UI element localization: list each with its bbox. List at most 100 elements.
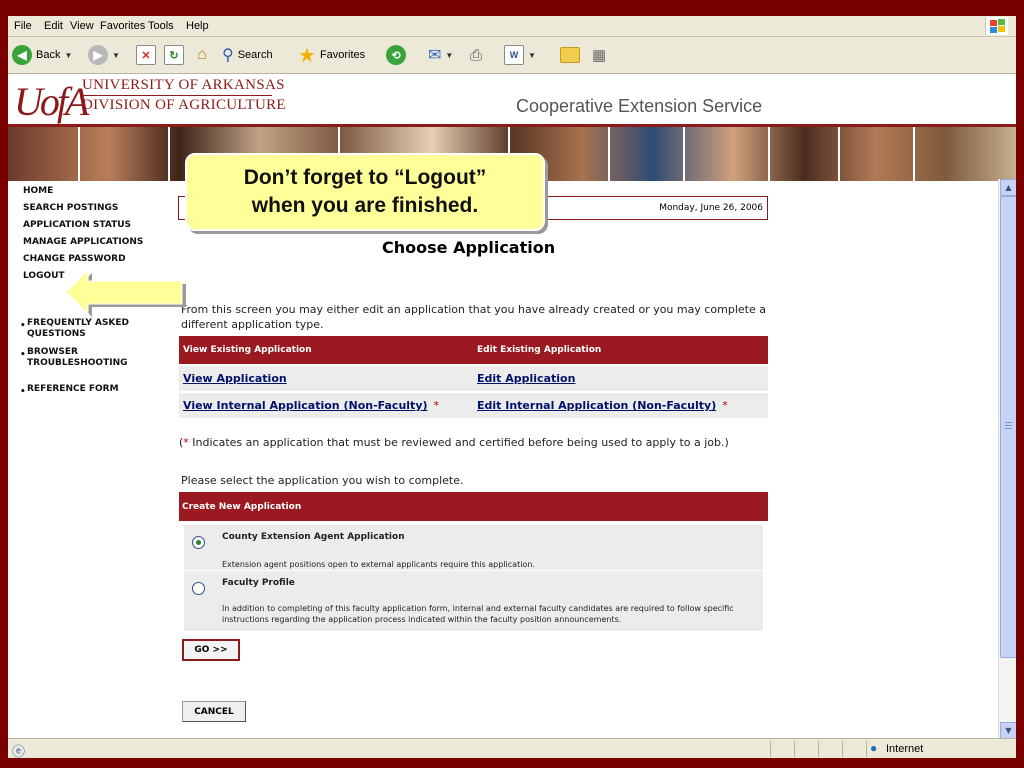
- view-internal-application-link[interactable]: View Internal Application (Non-Faculty): [183, 399, 428, 412]
- intro-text: From this screen you may either edit an …: [181, 303, 766, 331]
- menu-tools[interactable]: Tools: [148, 20, 174, 32]
- grip-line: [1005, 425, 1012, 426]
- option-title: County Extension Agent Application: [222, 532, 405, 542]
- menu-edit[interactable]: Edit: [44, 20, 63, 32]
- view-column-header: View Existing Application: [179, 336, 473, 365]
- nav-change-password[interactable]: CHANGE PASSWORD: [23, 254, 126, 264]
- status-divider: [770, 741, 771, 757]
- nav-logout[interactable]: LOGOUT: [23, 271, 65, 281]
- ie-page-icon: ⓔ: [12, 744, 26, 758]
- print-button[interactable]: ⎙: [470, 43, 482, 67]
- callout-line-2: when you are finished.: [251, 194, 479, 217]
- nav-faq[interactable]: • FREQUENTLY ASKED QUESTIONS: [20, 318, 157, 340]
- grip-line: [1005, 428, 1012, 429]
- page-title: Choose Application: [382, 238, 556, 257]
- nav-reference-form[interactable]: • REFERENCE FORM: [20, 384, 157, 397]
- scroll-thumb[interactable]: [1000, 196, 1016, 658]
- table-cell: View Application: [179, 364, 473, 392]
- search-icon: ⚲: [222, 47, 234, 64]
- windows-logo-icon: [985, 17, 1008, 35]
- option-faculty-profile: Faculty Profile In addition to completin…: [184, 571, 763, 631]
- table-cell: Edit Internal Application (Non-Faculty) *: [473, 391, 768, 418]
- note-text: Indicates an application that must be re…: [188, 436, 729, 449]
- status-zone: Internet: [886, 743, 924, 755]
- menu-file[interactable]: File: [14, 20, 32, 32]
- option-description: In addition to completing of this facult…: [222, 604, 734, 624]
- favorites-button[interactable]: ★ Favorites: [298, 43, 365, 67]
- menu-bar: File Edit View Favorites Tools Help: [8, 16, 1016, 37]
- grip-line: [1005, 422, 1012, 423]
- history-button[interactable]: ⟲: [386, 43, 406, 67]
- search-label: Search: [237, 49, 273, 61]
- bullet-icon: •: [20, 321, 26, 331]
- browser-window: File Edit View Favorites Tools Help ◀ Ba…: [8, 16, 1016, 758]
- university-name: UNIVERSITY OF ARKANSAS: [82, 77, 285, 93]
- existing-applications-table: View Existing Application Edit Existing …: [179, 336, 768, 418]
- nav-reference-label: REFERENCE FORM: [27, 384, 119, 394]
- banner-divider: [768, 127, 770, 181]
- scroll-up-icon[interactable]: ▲: [1000, 179, 1016, 196]
- stop-button[interactable]: ✕: [136, 43, 156, 67]
- search-button[interactable]: ⚲ Search: [222, 43, 273, 67]
- option-description: Extension agent positions open to extern…: [222, 560, 535, 569]
- current-date: Monday, June 26, 2006: [659, 203, 763, 213]
- dropdown-caret-icon: ▼: [64, 50, 73, 60]
- nav-manage-applications[interactable]: MANAGE APPLICATIONS: [23, 237, 143, 247]
- research-button[interactable]: ▦: [592, 43, 606, 67]
- faculty-profile-radio[interactable]: [192, 582, 205, 595]
- back-button[interactable]: ◀ Back ▼: [12, 43, 72, 67]
- banner-divider: [168, 127, 170, 181]
- edit-button[interactable]: W ▼: [504, 43, 536, 67]
- research-icon: ▦: [592, 47, 607, 64]
- status-divider: [818, 741, 819, 757]
- status-divider: [842, 741, 843, 757]
- word-icon: W: [504, 45, 524, 65]
- back-label: Back: [36, 49, 61, 61]
- division-name: DIVISION OF AGRICULTURE: [82, 97, 286, 113]
- vertical-scrollbar[interactable]: ▲ ▼: [998, 179, 1016, 739]
- banner-divider: [838, 127, 840, 181]
- banner-divider: [78, 127, 80, 181]
- mail-icon: ✉: [428, 47, 442, 64]
- folder-icon: [560, 47, 580, 63]
- dropdown-caret-icon: ▼: [528, 50, 536, 60]
- edit-internal-application-link[interactable]: Edit Internal Application (Non-Faculty): [477, 399, 716, 412]
- refresh-button[interactable]: ↻: [164, 43, 184, 67]
- create-header-label: Create New Application: [182, 502, 302, 512]
- banner-divider: [683, 127, 685, 181]
- nav-application-status[interactable]: APPLICATION STATUS: [23, 220, 131, 230]
- forward-arrow-icon: ▶: [88, 45, 108, 65]
- county-agent-radio[interactable]: [192, 536, 205, 549]
- stop-icon: ✕: [136, 45, 156, 65]
- nav-home[interactable]: HOME: [23, 186, 53, 196]
- callout-line-1: Don’t forget to “Logout”: [243, 166, 487, 189]
- menu-help[interactable]: Help: [186, 20, 209, 32]
- mail-button[interactable]: ✉ ▼: [428, 43, 453, 67]
- menu-favorites[interactable]: Favorites: [100, 20, 145, 32]
- table-cell: View Internal Application (Non-Faculty) *: [179, 391, 473, 418]
- history-icon: ⟲: [386, 45, 406, 65]
- print-icon: ⎙: [470, 46, 483, 64]
- cancel-button[interactable]: CANCEL: [182, 701, 246, 722]
- left-arrow-icon: [66, 270, 186, 317]
- home-icon: ⌂: [197, 46, 207, 63]
- edit-application-link[interactable]: Edit Application: [477, 372, 575, 385]
- nav-search-postings[interactable]: SEARCH POSTINGS: [23, 203, 118, 213]
- required-star: *: [433, 399, 440, 412]
- table-header-row: View Existing Application Edit Existing …: [179, 336, 768, 365]
- table-cell: Edit Application: [473, 364, 768, 392]
- nav-browser-troubleshooting[interactable]: • BROWSER TROUBLESHOOTING: [20, 347, 157, 369]
- required-star: *: [722, 399, 728, 412]
- folder-button[interactable]: [560, 43, 580, 67]
- banner-divider: [913, 127, 915, 181]
- forward-button[interactable]: ▶ ▼: [88, 43, 120, 67]
- home-button[interactable]: ⌂: [192, 43, 212, 67]
- view-application-link[interactable]: View Application: [183, 372, 287, 385]
- bullet-icon: •: [20, 387, 26, 397]
- menu-view[interactable]: View: [70, 20, 94, 32]
- scroll-down-icon[interactable]: ▼: [1000, 722, 1016, 739]
- nav-browser-label: BROWSER TROUBLESHOOTING: [27, 347, 128, 368]
- status-divider: [794, 741, 795, 757]
- go-button[interactable]: GO >>: [182, 639, 240, 661]
- bullet-icon: •: [20, 350, 26, 360]
